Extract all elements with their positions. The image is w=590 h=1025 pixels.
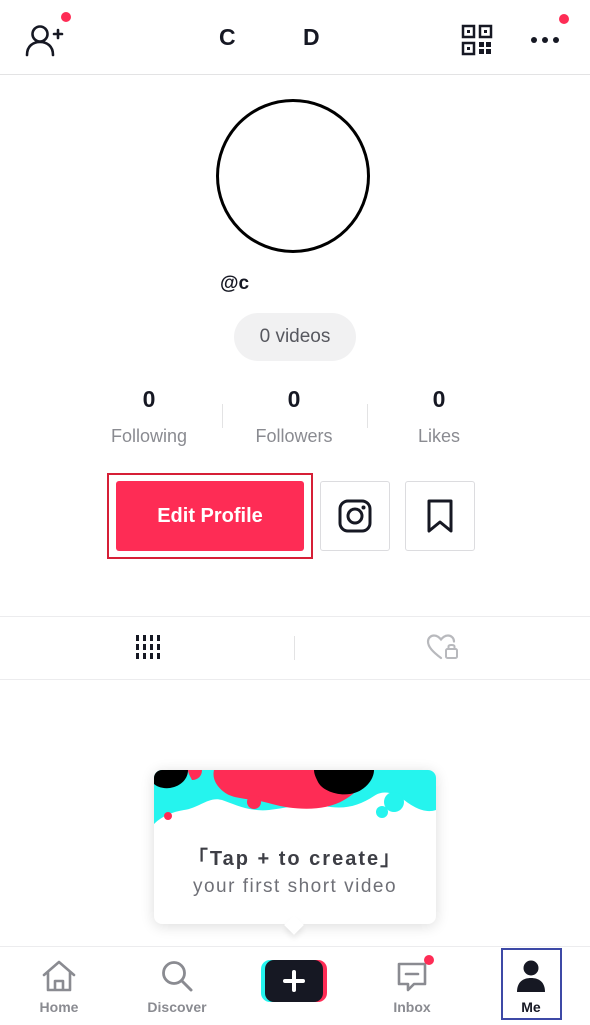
nav-inbox[interactable]: Inbox xyxy=(367,947,457,1025)
inbox-icon xyxy=(397,962,427,992)
stat-divider xyxy=(222,404,223,428)
create-first-video-tooltip[interactable]: 「Tap + to create」 your first short video xyxy=(154,770,436,935)
favorites-button[interactable] xyxy=(405,481,475,551)
nav-inbox-label: Inbox xyxy=(393,999,431,1015)
account-letter-left: C xyxy=(219,24,236,50)
home-icon xyxy=(42,960,76,992)
instagram-button[interactable] xyxy=(320,481,390,551)
notification-dot xyxy=(61,12,71,22)
top-bar: C D xyxy=(0,0,590,75)
add-user-icon xyxy=(25,25,64,57)
edit-profile-button[interactable]: Edit Profile xyxy=(116,481,304,551)
followers-count: 0 xyxy=(287,386,301,412)
nav-home[interactable]: Home xyxy=(14,947,104,1025)
more-options-button[interactable] xyxy=(528,14,569,52)
nav-me-highlight xyxy=(501,948,562,1020)
following-label: Following xyxy=(110,426,188,446)
likes-label: Likes xyxy=(417,426,461,446)
tooltip-pointer xyxy=(284,915,304,935)
stat-following[interactable]: 0 Following xyxy=(79,386,219,447)
video-grid-icon xyxy=(136,635,160,659)
instagram-icon xyxy=(338,499,372,533)
following-count: 0 xyxy=(142,386,156,412)
liked-private-icon xyxy=(426,634,458,660)
qr-code-button[interactable] xyxy=(461,24,493,56)
nav-discover-label: Discover xyxy=(147,999,207,1015)
stat-divider xyxy=(367,404,368,428)
qr-code-icon xyxy=(461,24,493,56)
videos-count-pill[interactable]: 0 videos xyxy=(234,313,356,361)
likes-count: 0 xyxy=(432,386,446,412)
account-letter-right: D xyxy=(303,24,320,50)
nav-discover[interactable]: Discover xyxy=(132,947,222,1025)
avatar[interactable] xyxy=(216,99,370,253)
search-icon xyxy=(162,961,193,992)
followers-label: Followers xyxy=(255,426,333,446)
add-friend-button[interactable] xyxy=(24,12,71,60)
card-banner-art xyxy=(154,770,436,832)
tab-liked[interactable] xyxy=(295,617,590,677)
card-subtitle: your first short video xyxy=(192,876,398,897)
notification-dot xyxy=(559,14,569,24)
nav-home-label: Home xyxy=(39,999,79,1015)
card-title: 「Tap + to create」 xyxy=(187,848,403,870)
inbox-notification-dot xyxy=(424,955,434,965)
username: @c xyxy=(220,273,250,294)
tab-videos[interactable] xyxy=(0,617,294,677)
stat-followers[interactable]: 0 Followers xyxy=(224,386,364,447)
more-dots-icon xyxy=(531,37,559,43)
create-video-button[interactable] xyxy=(261,960,327,1002)
bookmark-icon xyxy=(427,499,453,533)
stat-likes[interactable]: 0 Likes xyxy=(369,386,509,447)
plus-icon xyxy=(261,960,327,1002)
